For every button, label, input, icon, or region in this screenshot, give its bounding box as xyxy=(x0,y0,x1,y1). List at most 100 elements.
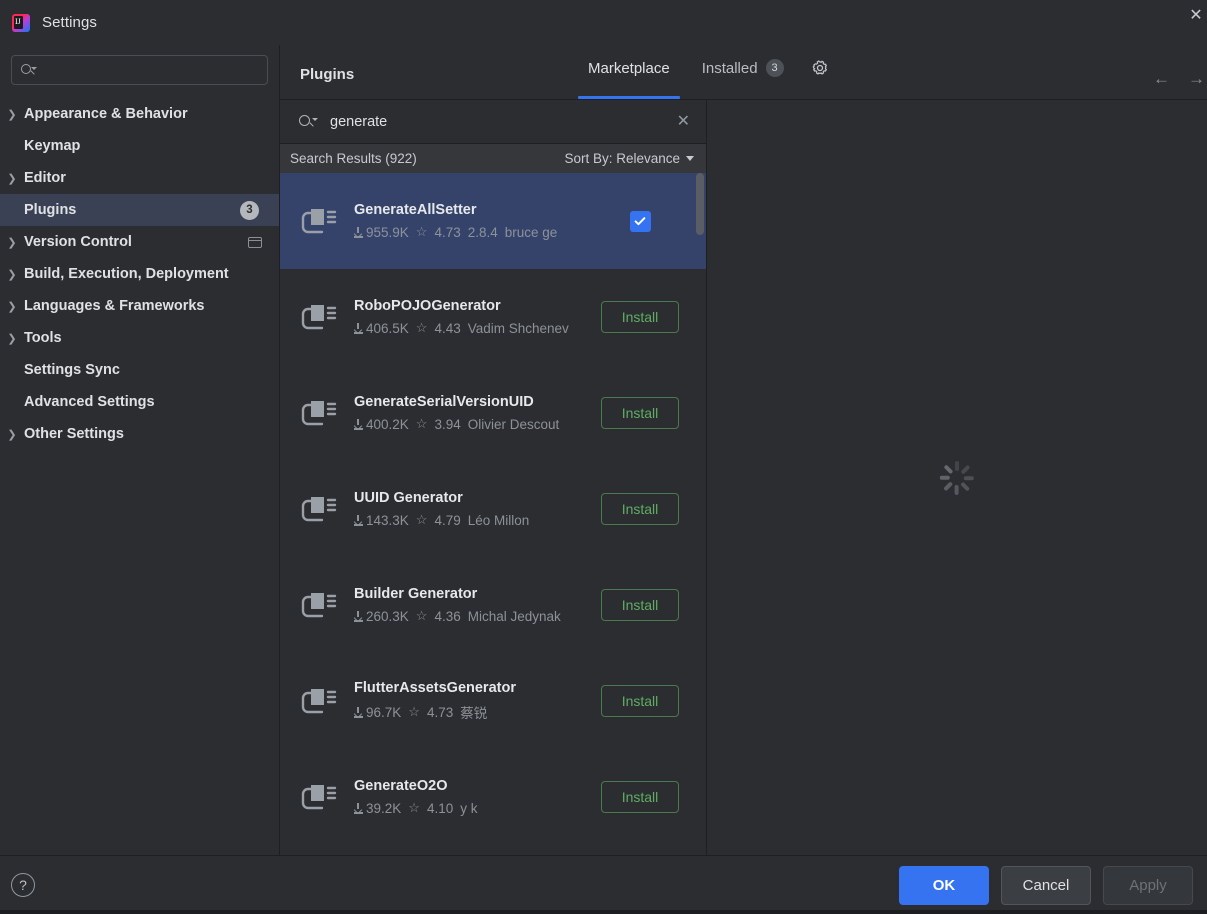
search-icon xyxy=(298,113,318,131)
plugin-rating: 4.73 xyxy=(434,224,461,240)
plugin-enabled-checkbox[interactable] xyxy=(629,210,651,232)
sidebar-item-version-control[interactable]: ❯ Version Control xyxy=(0,226,279,258)
sidebar-item-editor[interactable]: ❯ Editor xyxy=(0,162,279,194)
plugin-info: FlutterAssetsGenerator 96.7K ☆ 4.73 蔡锐 xyxy=(354,680,590,722)
plugin-downloads: 400.2K xyxy=(354,417,409,432)
install-button[interactable]: Install xyxy=(600,301,680,333)
plugin-action: Install xyxy=(590,493,690,525)
sidebar-item-tools[interactable]: ❯ Tools xyxy=(0,322,279,354)
window-body: ❯ Appearance & Behavior Keymap ❯ Editor Plugi… xyxy=(0,45,1207,855)
sidebar-search-box[interactable] xyxy=(11,55,268,85)
chevron-right-icon[interactable]: ❯ xyxy=(0,236,24,249)
download-icon xyxy=(354,418,363,430)
arrow-left-icon[interactable]: ← xyxy=(1153,70,1170,87)
close-icon[interactable]: ✕ xyxy=(1185,4,1207,26)
chevron-right-icon[interactable]: ❯ xyxy=(0,268,24,281)
plugins-pane: Plugins Marketplace Installed 3 ← → gene… xyxy=(280,45,1207,855)
plugin-meta: 406.5K ☆ 4.43 Vadim Shchenev xyxy=(354,320,590,336)
scrollbar-thumb[interactable] xyxy=(696,173,704,235)
star-icon: ☆ xyxy=(415,512,428,527)
star-icon: ☆ xyxy=(415,320,428,335)
plugin-list-item[interactable]: FlutterAssetsGenerator 96.7K ☆ 4.73 蔡锐 Instal… xyxy=(280,653,706,749)
plugin-downloads: 143.3K xyxy=(354,513,409,528)
install-button[interactable]: Install xyxy=(600,397,680,429)
plugin-action: Install xyxy=(590,397,690,429)
sidebar-item-languages-frameworks[interactable]: ❯ Languages & Frameworks xyxy=(0,290,279,322)
plugin-rating: 4.43 xyxy=(434,320,461,336)
tab-installed[interactable]: Installed 3 xyxy=(686,45,800,99)
install-button[interactable]: Install xyxy=(600,493,680,525)
plugin-rating: 3.94 xyxy=(434,416,461,432)
plugin-rating: 4.73 xyxy=(426,704,454,720)
plugin-downloads-value: 143.3K xyxy=(366,512,409,528)
plugin-downloads: 406.5K xyxy=(354,321,409,336)
sidebar-item-label: Tools xyxy=(24,330,62,346)
apply-button[interactable]: Apply xyxy=(1103,865,1193,905)
clear-icon[interactable]: ✕ xyxy=(673,111,694,133)
settings-sidebar: ❯ Appearance & Behavior Keymap ❯ Editor Plugi… xyxy=(0,45,280,855)
page-title: Plugins xyxy=(300,66,355,83)
plugin-list-item[interactable]: GenerateAllSetter 955.9K ☆ 4.73 2.8.4 bruce g… xyxy=(280,173,706,269)
plugin-list-item[interactable]: GenerateO2O 39.2K ☆ 4.10 y k Install xyxy=(280,749,706,845)
help-button[interactable]: ? xyxy=(11,873,35,897)
plugin-version: 2.8.4 xyxy=(467,224,498,240)
chevron-right-icon[interactable]: ❯ xyxy=(0,172,24,185)
plugin-name: UUID Generator xyxy=(354,490,463,506)
plugin-results-list[interactable]: GenerateAllSetter 955.9K ☆ 4.73 2.8.4 bruce g… xyxy=(280,173,706,855)
chevron-right-icon[interactable]: ❯ xyxy=(0,108,24,121)
plugin-list-item[interactable]: UUID Generator 143.3K ☆ 4.79 Léo Millon Insta… xyxy=(280,461,706,557)
tab-installed-label: Installed xyxy=(701,59,758,77)
installed-count-badge: 3 xyxy=(765,59,784,77)
sidebar-item-build-execution-deployment[interactable]: ❯ Build, Execution, Deployment xyxy=(0,258,279,290)
search-results-bar: Search Results (922) Sort By: Relevance xyxy=(280,144,706,173)
sidebar-item-label: Build, Execution, Deployment xyxy=(24,266,229,282)
plugin-vendor: bruce ge xyxy=(504,224,558,240)
plugin-meta: 400.2K ☆ 3.94 Olivier Descout xyxy=(354,416,590,432)
loading-spinner-icon xyxy=(939,460,975,496)
window-title: Settings xyxy=(42,14,97,31)
sidebar-item-keymap[interactable]: Keymap xyxy=(0,130,279,162)
arrow-right-icon[interactable]: → xyxy=(1188,70,1205,87)
install-button[interactable]: Install xyxy=(600,781,680,813)
plugin-list-item[interactable]: RoboPOJOGenerator 406.5K ☆ 4.43 Vadim Shchen… xyxy=(280,269,706,365)
plugin-list-item[interactable]: GenerateSerialVersionUID 400.2K ☆ 3.94 Olivi… xyxy=(280,365,706,461)
sort-by-label: Sort By: Relevance xyxy=(564,151,680,166)
install-button[interactable]: Install xyxy=(600,589,680,621)
plugin-plug-icon xyxy=(294,773,342,821)
plugin-search-input[interactable] xyxy=(316,113,673,130)
sidebar-item-settings-sync[interactable]: Settings Sync xyxy=(0,354,279,386)
plugin-list-item[interactable]: Builder Generator 260.3K ☆ 4.36 Michal Jedyn… xyxy=(280,557,706,653)
plugin-vendor: Michal Jedynak xyxy=(467,608,561,624)
plugin-downloads: 39.2K xyxy=(354,801,401,816)
sidebar-item-plugins[interactable]: Plugins 3 xyxy=(0,194,279,226)
settings-window: IJ Settings ✕ ❯ Appearance & Behavior Keym… xyxy=(0,0,1207,914)
tab-marketplace[interactable]: Marketplace xyxy=(572,45,686,99)
plugin-downloads-value: 400.2K xyxy=(366,416,409,432)
cancel-button[interactable]: Cancel xyxy=(1001,865,1091,905)
settings-search-input[interactable] xyxy=(36,62,259,78)
sidebar-item-other-settings[interactable]: ❯ Other Settings xyxy=(0,418,279,450)
results-scrollbar[interactable] xyxy=(696,173,704,855)
install-button[interactable]: Install xyxy=(600,685,680,717)
plugin-name: FlutterAssetsGenerator xyxy=(354,680,516,696)
star-icon: ☆ xyxy=(408,800,420,815)
sidebar-item-badge: 3 xyxy=(240,200,259,220)
sidebar-item-appearance-behavior[interactable]: ❯ Appearance & Behavior xyxy=(0,98,279,130)
chevron-right-icon[interactable]: ❯ xyxy=(0,428,24,441)
sidebar-item-advanced-settings[interactable]: Advanced Settings xyxy=(0,386,279,418)
plugin-action xyxy=(590,210,690,232)
chevron-right-icon[interactable]: ❯ xyxy=(0,300,24,313)
sidebar-search-wrapper xyxy=(0,45,279,97)
plugin-action: Install xyxy=(590,781,690,813)
sort-by-dropdown[interactable]: Sort By: Relevance xyxy=(564,151,694,166)
plugin-search-row[interactable]: ✕ xyxy=(280,100,706,144)
sidebar-item-label: Keymap xyxy=(24,138,81,154)
plugin-plug-icon xyxy=(294,197,342,245)
plugin-downloads-value: 955.9K xyxy=(366,224,409,240)
gear-icon[interactable] xyxy=(800,45,840,99)
plugin-info: UUID Generator 143.3K ☆ 4.79 Léo Millon xyxy=(354,490,590,528)
chevron-right-icon[interactable]: ❯ xyxy=(0,332,24,345)
ok-button[interactable]: OK xyxy=(899,865,989,905)
title-bar: IJ Settings ✕ xyxy=(0,0,1207,45)
sidebar-item-label: Other Settings xyxy=(24,426,124,442)
